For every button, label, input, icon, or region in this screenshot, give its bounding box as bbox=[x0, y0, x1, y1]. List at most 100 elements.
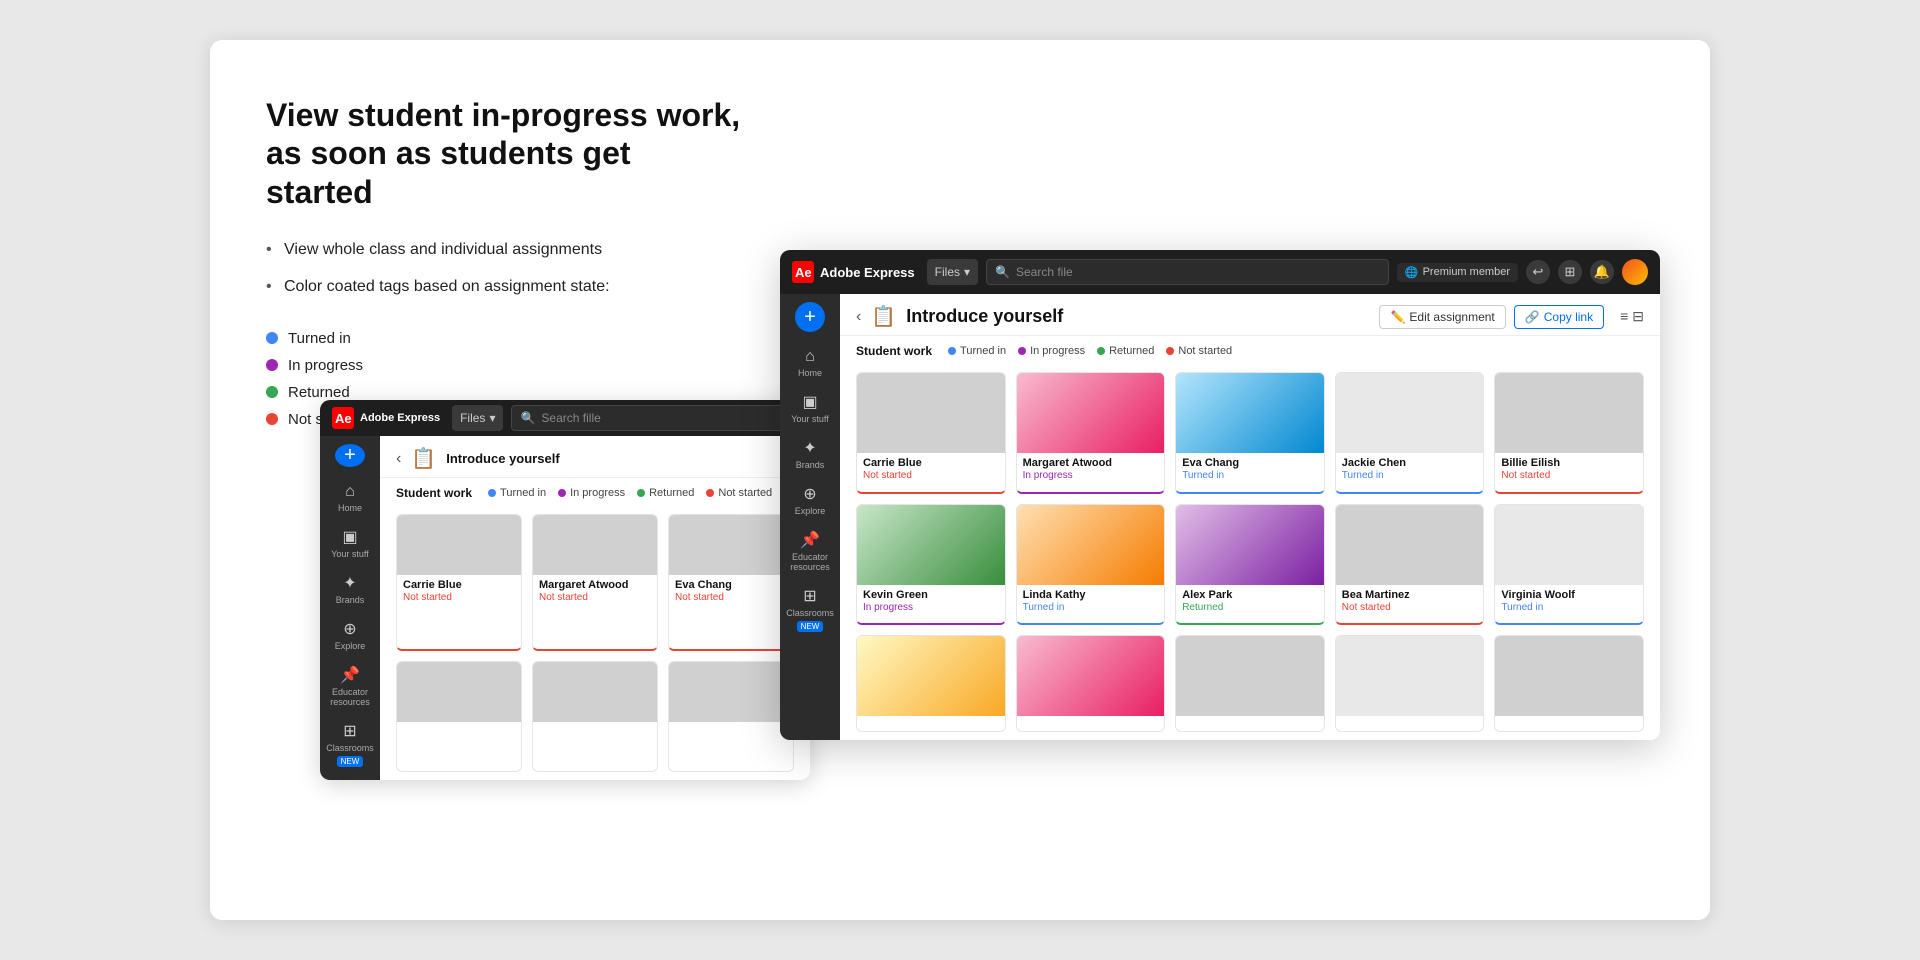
premium-badge: 🌐 Premium member bbox=[1397, 263, 1518, 282]
card-info-row3-5 bbox=[1495, 716, 1643, 731]
status-not-started-small: Not started bbox=[706, 487, 772, 499]
sidebar-educator-small[interactable]: 📌 Educator resources bbox=[324, 659, 376, 713]
adobe-logo-large: Ae Adobe Express bbox=[792, 261, 915, 283]
sidebar-explore-small[interactable]: ⊕ Explore bbox=[324, 613, 376, 657]
card-info-billie: Billie Eilish Not started bbox=[1495, 453, 1643, 492]
educator-label-large: Educator resources bbox=[788, 552, 832, 572]
search-bar-large[interactable]: 🔍 Search file bbox=[986, 259, 1389, 285]
sort-grid-icon[interactable]: ⊟ bbox=[1632, 308, 1644, 325]
sidebar-yourstuff-large[interactable]: ▣ Your stuff bbox=[784, 386, 836, 430]
student-card-small-4[interactable] bbox=[396, 661, 522, 773]
edit-assignment-button[interactable]: ✏️ Edit assignment bbox=[1379, 305, 1505, 329]
student-card-small-2[interactable]: Margaret Atwood Not started bbox=[532, 514, 658, 651]
student-card-carrie[interactable]: Carrie Blue Not started bbox=[856, 372, 1006, 494]
grid-btn[interactable]: ⊞ bbox=[1558, 260, 1582, 284]
brands-label-small: Brands bbox=[336, 595, 365, 605]
student-card-linda[interactable]: Linda Kathy Turned in bbox=[1016, 504, 1166, 626]
page-title: View student in-progress work, as soon a… bbox=[266, 96, 742, 211]
svg-text:Ae: Ae bbox=[795, 265, 812, 280]
thumb-small-3 bbox=[669, 515, 793, 575]
student-card-row3-1[interactable] bbox=[856, 635, 1006, 732]
files-dropdown-small[interactable]: Files ▾ bbox=[452, 405, 503, 431]
student-card-row3-5[interactable] bbox=[1494, 635, 1644, 732]
search-placeholder-small: Search fille bbox=[541, 411, 600, 425]
student-name-kevin: Kevin Green bbox=[863, 589, 999, 601]
refresh-btn[interactable]: ↩ bbox=[1526, 260, 1550, 284]
yourstuff-icon-large: ▣ bbox=[802, 392, 817, 412]
educator-icon-large: 📌 bbox=[800, 530, 820, 550]
classrooms-icon-small: ⊞ bbox=[343, 721, 356, 741]
sidebar-classrooms-large[interactable]: ⊞ Classrooms NEW bbox=[784, 580, 836, 638]
dot-turned-in-small bbox=[488, 489, 496, 497]
plus-button-large[interactable]: + bbox=[795, 302, 825, 332]
main-content-small: ‹ 📋 Introduce yourself Student work Turn… bbox=[380, 436, 810, 780]
student-card-virginia[interactable]: Virginia Woolf Turned in bbox=[1494, 504, 1644, 626]
bell-btn[interactable]: 🔔 bbox=[1590, 260, 1614, 284]
sidebar-explore-large[interactable]: ⊕ Explore bbox=[784, 478, 836, 522]
sidebar-large: + ⌂ Home ▣ Your stuff ✦ Brands ⊕ bbox=[780, 294, 840, 740]
student-name-virginia: Virginia Woolf bbox=[1501, 589, 1637, 601]
student-name-margaret: Margaret Atwood bbox=[1023, 457, 1159, 469]
assignment-header-small: ‹ 📋 Introduce yourself bbox=[380, 436, 810, 478]
card-info-row3-4 bbox=[1336, 716, 1484, 731]
student-card-small-6[interactable] bbox=[668, 661, 794, 773]
card-info-row3-2 bbox=[1017, 716, 1165, 731]
student-card-small-3[interactable]: Eva Chang Not started bbox=[668, 514, 794, 651]
card-info-carrie: Carrie Blue Not started bbox=[857, 453, 1005, 492]
sidebar-home-small[interactable]: ⌂ Home bbox=[324, 477, 376, 519]
explore-label-large: Explore bbox=[795, 506, 826, 516]
thumb-small-6 bbox=[669, 662, 793, 722]
dot-turned-in bbox=[266, 332, 278, 344]
student-status-linda: Turned in bbox=[1023, 602, 1159, 613]
search-bar-small[interactable]: 🔍 Search fille bbox=[511, 405, 798, 431]
sidebar-small: + ⌂ Home ▣ Your stuff ✦ Brands ⊕ bbox=[320, 436, 380, 780]
student-card-alex[interactable]: Alex Park Returned bbox=[1175, 504, 1325, 626]
sidebar-classrooms-small[interactable]: ⊞ Classrooms NEW bbox=[324, 715, 376, 773]
student-card-bea[interactable]: Bea Martinez Not started bbox=[1335, 504, 1485, 626]
topbar-right-large: 🌐 Premium member ↩ ⊞ 🔔 bbox=[1397, 259, 1648, 285]
student-card-eva[interactable]: Eva Chang Turned in bbox=[1175, 372, 1325, 494]
main-content-large: ‹ 📋 Introduce yourself ✏️ Edit assignmen… bbox=[840, 294, 1660, 740]
status-in-progress-small: In progress bbox=[558, 487, 625, 499]
student-card-row3-2[interactable] bbox=[1016, 635, 1166, 732]
student-status-carrie: Not started bbox=[863, 470, 999, 481]
thumb-row3-4 bbox=[1336, 636, 1484, 716]
thumb-row3-5 bbox=[1495, 636, 1643, 716]
sidebar-yourstuff-small[interactable]: ▣ Your stuff bbox=[324, 521, 376, 565]
sidebar-educator-large[interactable]: 📌 Educator resources bbox=[784, 524, 836, 578]
main-card: View student in-progress work, as soon a… bbox=[210, 40, 1710, 920]
files-dropdown-large[interactable]: Files ▾ bbox=[927, 259, 978, 285]
copy-link-button[interactable]: 🔗 Copy link bbox=[1514, 305, 1604, 329]
student-card-row3-3[interactable] bbox=[1175, 635, 1325, 732]
student-card-jackie[interactable]: Jackie Chen Turned in bbox=[1335, 372, 1485, 494]
header-actions-large: ✏️ Edit assignment 🔗 Copy link ≡ ⊟ bbox=[1379, 305, 1644, 329]
user-avatar[interactable] bbox=[1622, 259, 1648, 285]
thumb-small-5 bbox=[533, 662, 657, 722]
dot-in-progress-small bbox=[558, 489, 566, 497]
premium-label: Premium member bbox=[1423, 266, 1510, 278]
yourstuff-label-large: Your stuff bbox=[791, 414, 829, 424]
student-card-kevin[interactable]: Kevin Green In progress bbox=[856, 504, 1006, 626]
thumb-small-1 bbox=[397, 515, 521, 575]
sidebar-home-large[interactable]: ⌂ Home bbox=[784, 342, 836, 384]
sort-list-icon[interactable]: ≡ bbox=[1620, 308, 1628, 325]
dot-not-started-large bbox=[1166, 347, 1174, 355]
student-card-row3-4[interactable] bbox=[1335, 635, 1485, 732]
sidebar-brands-large[interactable]: ✦ Brands bbox=[784, 432, 836, 476]
student-card-small-5[interactable] bbox=[532, 661, 658, 773]
card-info-jackie: Jackie Chen Turned in bbox=[1336, 453, 1484, 492]
student-card-billie[interactable]: Billie Eilish Not started bbox=[1494, 372, 1644, 494]
home-icon-small: ⌂ bbox=[345, 483, 355, 501]
student-name-jackie: Jackie Chen bbox=[1342, 457, 1478, 469]
app-window-large: Ae Adobe Express Files ▾ 🔍 Search file 🌐… bbox=[780, 250, 1660, 740]
dot-not-started bbox=[266, 413, 278, 425]
thumb-row3-1 bbox=[857, 636, 1005, 716]
back-button-small[interactable]: ‹ bbox=[396, 450, 401, 468]
plus-button-small[interactable]: + bbox=[335, 444, 365, 467]
thumb-jackie bbox=[1336, 373, 1484, 453]
back-button-large[interactable]: ‹ bbox=[856, 308, 861, 326]
student-status-small-2: Not started bbox=[539, 592, 651, 603]
sidebar-brands-small[interactable]: ✦ Brands bbox=[324, 567, 376, 611]
student-card-margaret[interactable]: Margaret Atwood In progress bbox=[1016, 372, 1166, 494]
student-card-small-1[interactable]: Carrie Blue Not started bbox=[396, 514, 522, 651]
